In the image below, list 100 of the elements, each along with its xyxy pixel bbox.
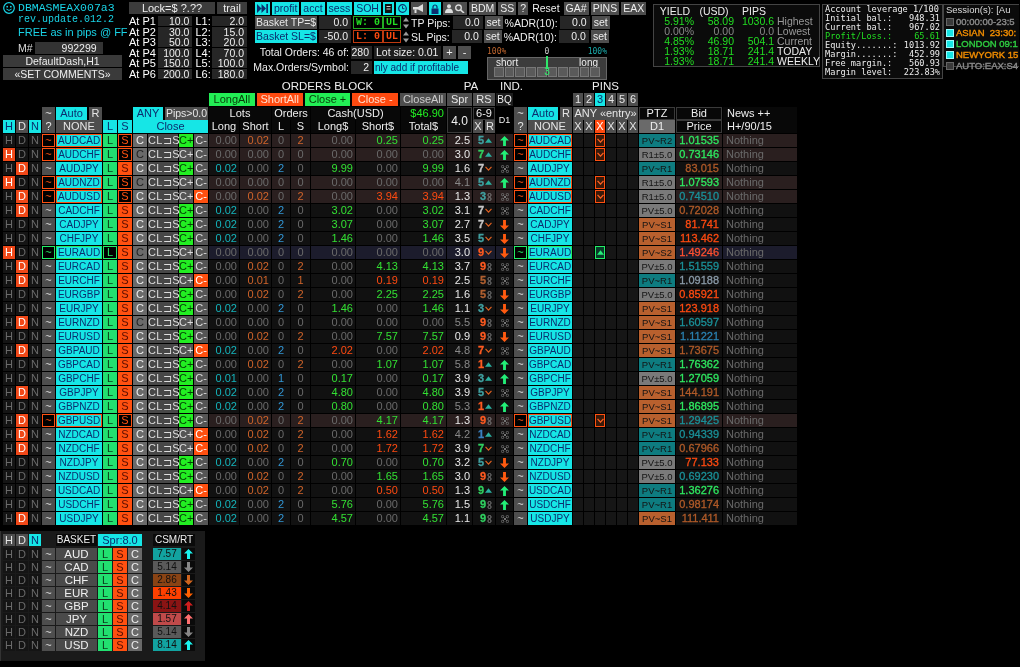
close-all-button[interactable]: CL⊐S <box>148 400 178 413</box>
letter-toggle[interactable]: N <box>29 274 41 287</box>
symbol-button[interactable]: NZDUSD <box>56 470 102 483</box>
close-profit-button[interactable]: C+ <box>179 204 193 217</box>
buy-button[interactable]: L <box>103 190 117 203</box>
symbol-button[interactable]: EURCHF <box>528 274 572 287</box>
tilde-button[interactable]: ~ <box>42 260 55 273</box>
symbol-button[interactable]: NZDUSD <box>528 470 572 483</box>
pin-x-button[interactable]: X <box>617 120 627 133</box>
tilde-button[interactable]: ~ <box>514 190 527 203</box>
pin-x-button[interactable]: X <box>628 120 638 133</box>
tilde-button[interactable]: ~ <box>42 246 55 259</box>
symbol-button[interactable]: NZDJPY <box>528 456 572 469</box>
tilde-button[interactable]: ~ <box>42 372 55 385</box>
long-filter-toggle[interactable]: L <box>103 120 117 133</box>
close-loss-button[interactable]: C- <box>194 414 208 427</box>
letter-toggle[interactable]: D <box>16 442 28 455</box>
symbol-button[interactable]: CHFJPY <box>528 232 572 245</box>
letter-toggle[interactable]: D <box>16 358 28 371</box>
letter-toggle[interactable]: N <box>29 639 41 651</box>
letter-toggle[interactable]: N <box>29 232 41 245</box>
letter-toggle[interactable]: H <box>3 344 15 357</box>
symbol-button[interactable]: EURJPY <box>56 302 102 315</box>
letter-filter-toggle[interactable]: D <box>16 534 28 546</box>
close-all-button[interactable]: CL⊐S <box>148 428 178 441</box>
tilde-button[interactable]: ~ <box>514 218 527 231</box>
toolbar-icon-button[interactable] <box>410 2 427 15</box>
c-button[interactable]: C <box>133 386 147 399</box>
pin-slot[interactable] <box>595 246 605 259</box>
tilde-button[interactable]: ~ <box>42 626 55 638</box>
buy-button[interactable]: L <box>98 561 112 573</box>
symbol-button[interactable]: NZDCAD <box>56 428 102 441</box>
c-button[interactable]: C <box>133 288 147 301</box>
pin-x-button[interactable]: X <box>606 120 616 133</box>
letter-toggle[interactable]: H <box>3 190 15 203</box>
tilde-button[interactable]: ~ <box>42 613 55 625</box>
letter-toggle[interactable]: H <box>3 246 15 259</box>
letter-toggle[interactable]: N <box>29 414 41 427</box>
sell-button[interactable]: S <box>118 162 132 175</box>
letter-toggle[interactable]: H <box>3 600 15 612</box>
letter-toggle[interactable]: H <box>3 162 15 175</box>
preset-button[interactable]: DefaultDash,H1 <box>3 55 122 67</box>
letter-toggle[interactable]: D <box>16 626 28 638</box>
letter-toggle[interactable]: N <box>29 344 41 357</box>
tilde-button[interactable]: ~ <box>514 246 527 259</box>
set-button[interactable]: set <box>591 16 610 29</box>
adr-field[interactable]: 0.0 <box>559 16 590 29</box>
sell-button[interactable]: S <box>113 574 127 586</box>
toolbar-button[interactable]: ? <box>518 2 529 15</box>
letter-toggle[interactable]: D <box>16 344 28 357</box>
toolbar-button[interactable]: Reset <box>530 2 562 15</box>
symbol-button[interactable]: AUDUSD <box>56 190 102 203</box>
c-button[interactable]: C <box>133 484 147 497</box>
basket-limit-field[interactable]: -50.0 <box>319 30 351 43</box>
letter-toggle[interactable]: H <box>3 587 15 599</box>
symbol-button[interactable]: USDJPY <box>56 512 102 525</box>
toolbar-button[interactable]: sess <box>326 2 353 15</box>
pin-tab[interactable]: 3 <box>595 93 605 106</box>
buy-button[interactable]: L <box>103 246 117 259</box>
currency-button[interactable]: EUR <box>56 587 97 599</box>
tilde-button[interactable]: ~ <box>42 330 55 343</box>
bulk-action-button[interactable]: CloseAll <box>400 93 446 106</box>
sell-button[interactable]: S <box>118 134 132 147</box>
letter-toggle[interactable]: H <box>3 456 15 469</box>
pin-slot[interactable] <box>595 134 605 147</box>
sell-button[interactable]: S <box>118 484 132 497</box>
tilde-button[interactable]: ~ <box>42 107 55 120</box>
tilde-button[interactable]: ~ <box>42 316 55 329</box>
close-all-button[interactable]: CL⊐S <box>148 330 178 343</box>
close-loss-button[interactable]: C- <box>194 148 208 161</box>
tilde-button[interactable]: ~ <box>42 484 55 497</box>
letter-toggle[interactable]: D <box>16 134 28 147</box>
tilde-button[interactable]: ~ <box>514 470 527 483</box>
close-profit-button[interactable]: C+ <box>179 372 193 385</box>
letter-toggle[interactable]: N <box>29 587 41 599</box>
buy-button[interactable]: L <box>103 442 117 455</box>
tilde-button[interactable]: ~ <box>514 372 527 385</box>
letter-toggle[interactable]: D <box>16 190 28 203</box>
tilde-button[interactable]: ~ <box>42 232 55 245</box>
tilde-button[interactable]: ~ <box>514 456 527 469</box>
toolbar-button[interactable]: PINS <box>590 2 620 15</box>
buy-button[interactable]: L <box>98 626 112 638</box>
c-button[interactable]: C <box>133 470 147 483</box>
c-button[interactable]: C <box>133 344 147 357</box>
close-profit-button[interactable]: C+ <box>179 386 193 399</box>
letter-toggle[interactable]: D <box>16 587 28 599</box>
trail-button[interactable]: trail <box>217 2 247 14</box>
close-profit-button[interactable]: C+ <box>179 260 193 273</box>
buy-button[interactable]: L <box>103 316 117 329</box>
symbol-button[interactable]: USDCAD <box>56 484 102 497</box>
toolbar-icon-button[interactable] <box>382 2 394 15</box>
letter-filter-toggle[interactable]: H <box>3 120 15 133</box>
c-button[interactable]: C <box>133 442 147 455</box>
symbol-button[interactable]: GBPCHF <box>56 372 102 385</box>
close-all-button[interactable]: CL⊐S <box>148 232 178 245</box>
buy-button[interactable]: L <box>103 162 117 175</box>
tilde-button[interactable]: ~ <box>42 218 55 231</box>
pin-x-button[interactable]: X <box>584 120 594 133</box>
tilde-button[interactable]: ~ <box>42 148 55 161</box>
letter-toggle[interactable]: D <box>16 414 28 427</box>
